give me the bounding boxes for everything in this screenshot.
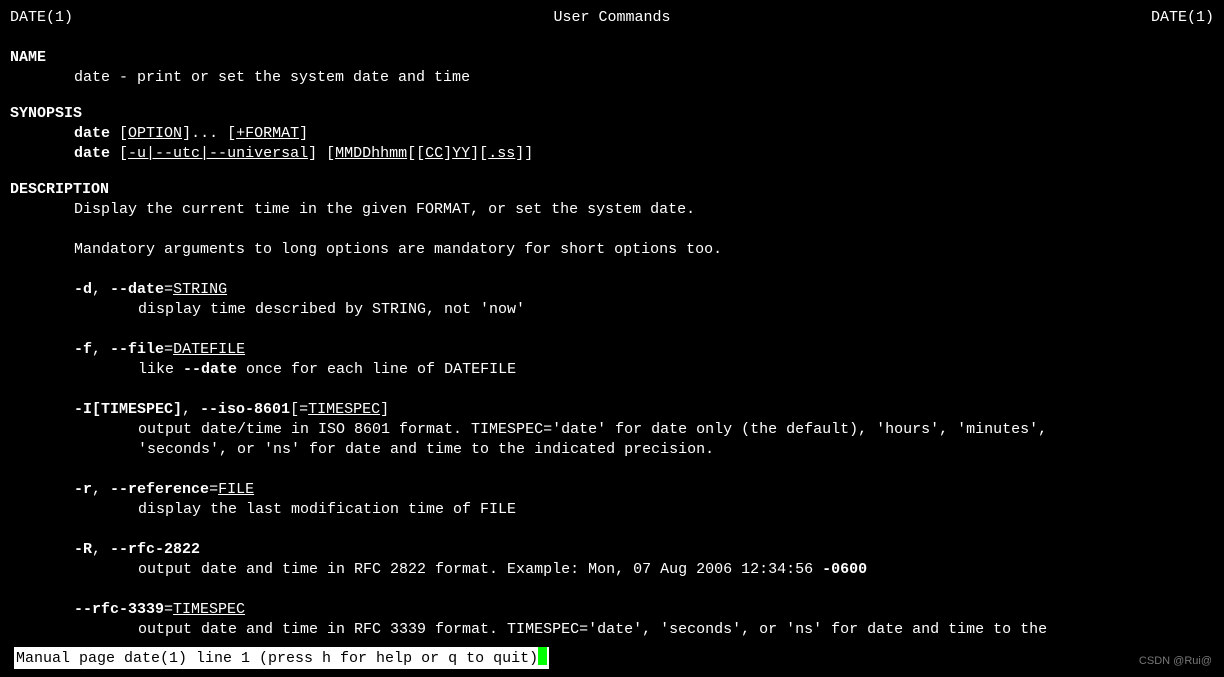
opt-d-desc: display time described by STRING, not 'n…: [10, 300, 1214, 320]
section-synopsis-heading: SYNOPSIS: [10, 104, 1214, 124]
opt-f: -f, --file=DATEFILE: [10, 340, 1214, 360]
flag-R-short: -R: [74, 541, 92, 558]
arg-file: FILE: [218, 481, 254, 498]
opt-r: -r, --reference=FILE: [10, 480, 1214, 500]
section-name-heading: NAME: [10, 48, 1214, 68]
flag-rfc3339: --rfc-3339: [74, 601, 164, 618]
opt-R-desc: output date and time in RFC 2822 format.…: [10, 560, 1214, 580]
man-page-screen[interactable]: DATE(1) User Commands DATE(1) NAME date …: [0, 0, 1224, 677]
section-description-heading: DESCRIPTION: [10, 180, 1214, 200]
pager-status-bar[interactable]: Manual page date(1) line 1 (press h for …: [14, 647, 549, 669]
pager-status-text: Manual page date(1) line 1 (press h for …: [16, 650, 538, 667]
syn-ss: .ss: [488, 145, 515, 162]
syn-utc: -u|--utc|--universal: [128, 145, 308, 162]
arg-string: STRING: [173, 281, 227, 298]
flag-date-ref: --date: [183, 361, 237, 378]
flag-d-long: --date: [110, 281, 164, 298]
flag-I-short: -I[TIMESPEC]: [74, 401, 182, 418]
arg-timespec: TIMESPEC: [308, 401, 380, 418]
syn-cmd2: date: [74, 145, 110, 162]
flag-I-long: --iso-8601: [200, 401, 290, 418]
arg-datefile: DATEFILE: [173, 341, 245, 358]
flag-f-short: -f: [74, 341, 92, 358]
syn-format: +FORMAT: [236, 125, 299, 142]
opt-f-desc: like --date once for each line of DATEFI…: [10, 360, 1214, 380]
opt-rfc3339-desc: output date and time in RFC 3339 format.…: [10, 620, 1214, 640]
opt-r-desc: display the last modification time of FI…: [10, 500, 1214, 520]
flag-R-long: --rfc-2822: [110, 541, 200, 558]
opt-I-desc1: output date/time in ISO 8601 format. TIM…: [10, 420, 1214, 440]
flag-d-short: -d: [74, 281, 92, 298]
opt-d: -d, --date=STRING: [10, 280, 1214, 300]
syn-option: OPTION: [128, 125, 182, 142]
flag-f-long: --file: [110, 341, 164, 358]
header-left: DATE(1): [10, 8, 73, 28]
synopsis-line1: date [OPTION]... [+FORMAT]: [10, 124, 1214, 144]
tz-offset: -0600: [822, 561, 867, 578]
flag-r-long: --reference: [110, 481, 209, 498]
header-center: User Commands: [553, 8, 670, 28]
syn-cmd: date: [74, 125, 110, 142]
opt-R: -R, --rfc-2822: [10, 540, 1214, 560]
header-right: DATE(1): [1151, 8, 1214, 28]
watermark: CSDN @Rui@: [1139, 651, 1212, 671]
desc-intro2: Mandatory arguments to long options are …: [10, 240, 1214, 260]
syn-cc: CC: [425, 145, 443, 162]
syn-yy: YY: [452, 145, 470, 162]
arg-timespec2: TIMESPEC: [173, 601, 245, 618]
syn-mmdd: MMDDhhmm: [335, 145, 407, 162]
name-text: date - print or set the system date and …: [10, 68, 1214, 88]
synopsis-line2: date [-u|--utc|--universal] [MMDDhhmm[[C…: [10, 144, 1214, 164]
opt-I: -I[TIMESPEC], --iso-8601[=TIMESPEC]: [10, 400, 1214, 420]
cursor-icon: [538, 647, 547, 665]
man-header: DATE(1) User Commands DATE(1): [0, 0, 1224, 32]
flag-r-short: -r: [74, 481, 92, 498]
desc-intro1: Display the current time in the given FO…: [10, 200, 1214, 220]
man-body: NAME date - print or set the system date…: [0, 48, 1224, 640]
opt-rfc3339: --rfc-3339=TIMESPEC: [10, 600, 1214, 620]
opt-I-desc2: 'seconds', or 'ns' for date and time to …: [10, 440, 1214, 460]
